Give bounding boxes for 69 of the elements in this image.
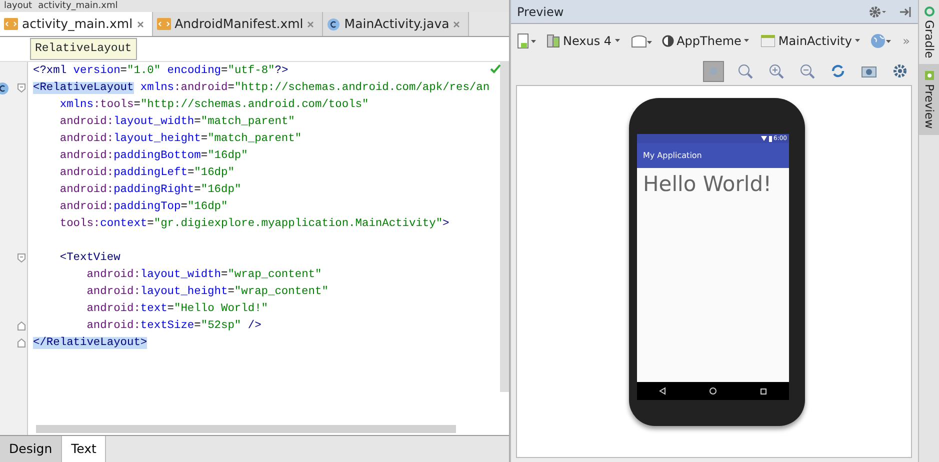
fold-marker-icon[interactable]: [17, 83, 26, 93]
code-line: android:layout_width="wrap_content": [86, 268, 322, 283]
code-line: xmlns:tools="http://schemas.android.com/tools": [58, 98, 369, 113]
caret-icon: [854, 39, 860, 42]
zoom-in-icon: [768, 63, 784, 79]
breadcrumb-item[interactable]: activity_main.xml: [38, 0, 118, 12]
editor-tab[interactable]: activity_main.xml: [0, 12, 153, 36]
actual-size-icon: [736, 63, 752, 79]
panel-title: Preview: [517, 4, 564, 20]
side-tab[interactable]: Gradle: [919, 0, 939, 64]
editor-tab[interactable]: AndroidManifest.xml: [152, 12, 324, 36]
close-icon[interactable]: [307, 20, 314, 28]
recents-icon: [760, 388, 768, 394]
code-line: android:layout_width="match_parent": [58, 114, 295, 130]
class-icon: [327, 18, 340, 30]
fold-marker-icon[interactable]: [17, 338, 26, 348]
activity-icon: [761, 34, 776, 46]
refresh-icon: [830, 63, 846, 79]
gradle-icon: [924, 6, 934, 17]
xml-file-icon: [4, 18, 18, 30]
close-icon[interactable]: [136, 20, 144, 28]
code-line: android:layout_height="match_parent": [58, 132, 302, 147]
globe-icon[interactable]: [870, 32, 892, 48]
code-line: android:textSize="52sp" />: [86, 318, 262, 334]
device-icon[interactable]: [517, 32, 537, 48]
side-tab[interactable]: Preview: [919, 64, 939, 136]
back-icon: [658, 387, 666, 395]
phone-icon: [547, 34, 560, 48]
settings-icon[interactable]: [869, 6, 887, 18]
editor-tab[interactable]: MainActivity.java: [323, 12, 470, 36]
battery-icon: [768, 136, 772, 142]
fold-marker-icon[interactable]: [17, 321, 26, 331]
code-line: android:paddingBottom="16dp": [58, 148, 248, 164]
code-line: android:layout_height="wrap_content": [86, 284, 328, 300]
close-icon[interactable]: [453, 20, 460, 28]
fold-marker-icon[interactable]: [17, 253, 26, 263]
wifi-icon: [760, 136, 767, 141]
code-line: android:paddingRight="16dp": [58, 182, 242, 198]
hide-panel-icon[interactable]: [899, 6, 912, 18]
zoom-tool-button[interactable]: [703, 60, 724, 82]
caret-icon: [744, 39, 750, 42]
code-line: android:text="Hello World!": [86, 302, 268, 317]
home-icon: [708, 387, 717, 395]
code-line: <RelativeLayout xmlns:android="http://schemas.android.com/apk/res/an: [33, 80, 490, 96]
code-line: android:paddingLeft="16dp": [58, 166, 234, 181]
vertical-scrollbar[interactable]: [500, 62, 509, 392]
settings-icon: [892, 63, 908, 79]
toolbar-dropdown[interactable]: AppTheme: [660, 30, 752, 52]
caret-icon: [614, 39, 620, 42]
view-tab[interactable]: Text: [62, 436, 106, 462]
zoom-out-icon: [798, 63, 814, 79]
horizontal-scrollbar[interactable]: [36, 425, 456, 433]
preview-icon: [924, 70, 934, 82]
code-line: tools:context="gr.digiexplore.myapplication.MainActivity">: [58, 216, 450, 232]
app-bar-title: My Application: [637, 143, 789, 168]
toolbar-dropdown[interactable]: Nexus 4: [545, 30, 622, 52]
code-line: <?xml version="1.0" encoding="utf-8"?>: [33, 64, 288, 79]
check-icon: [490, 64, 501, 74]
breadcrumb-item[interactable]: layout: [4, 0, 32, 12]
rotate-icon[interactable]: [630, 32, 652, 48]
toolbar-dropdown[interactable]: MainActivity: [759, 30, 862, 52]
xml-file-icon: [156, 18, 171, 30]
theme-icon: [662, 34, 674, 46]
code-line: android:paddingTop="16dp": [58, 200, 228, 215]
view-tab[interactable]: Design: [0, 436, 62, 462]
code-line: <TextView: [58, 250, 120, 266]
tag-tooltip: RelativeLayout: [30, 38, 137, 60]
code-editor[interactable]: [0, 62, 509, 435]
hello-text: Hello World!: [642, 171, 773, 198]
